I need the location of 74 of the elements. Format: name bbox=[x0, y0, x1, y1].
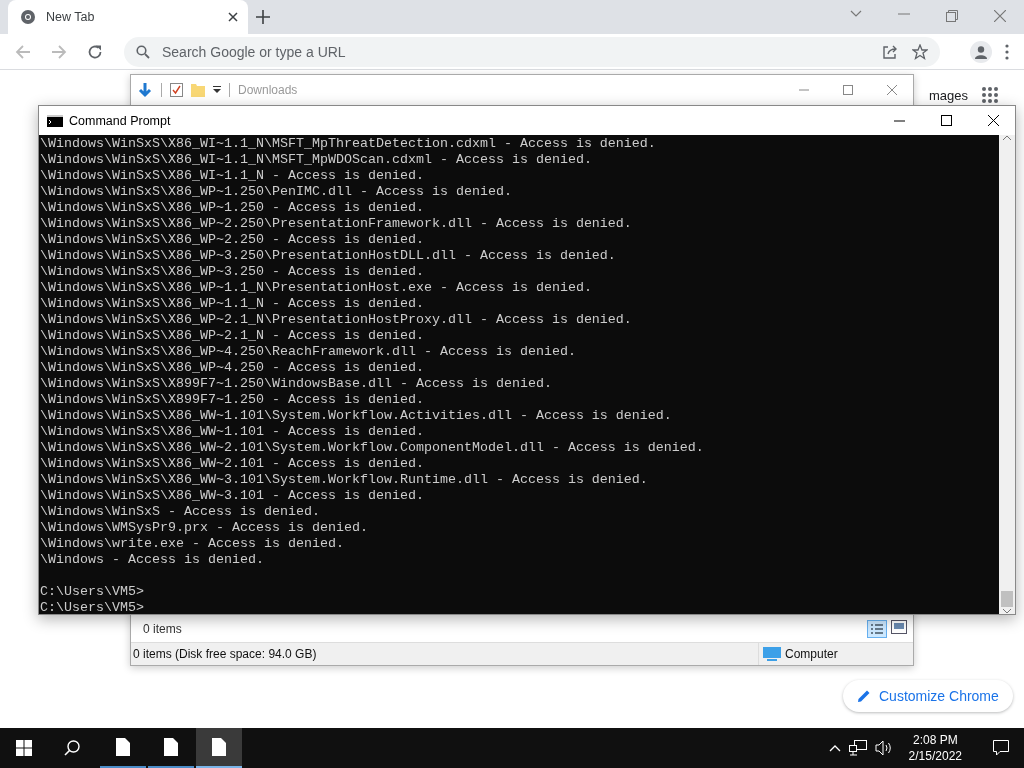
status-text: 0 items (Disk free space: 94.0 GB) bbox=[132, 647, 318, 661]
console-line: \Windows\WinSxS\X86_WI~1.1_N - Access is denied. bbox=[40, 168, 425, 184]
tiles-view-icon[interactable] bbox=[891, 620, 907, 634]
images-link[interactable]: mages bbox=[929, 88, 969, 103]
speech-bubble-icon bbox=[993, 740, 1009, 756]
star-icon[interactable] bbox=[912, 43, 928, 60]
item-count: 0 items bbox=[143, 622, 182, 636]
close-icon[interactable] bbox=[228, 12, 238, 22]
console-line: \Windows\WinSxS\X86_WP~4.250 - Access is denied. bbox=[40, 360, 425, 376]
console-line: \Windows\WinSxS\X86_WP~1.1_N\PresentationHost.exe - Access is denied. bbox=[40, 280, 593, 296]
console-line: \Windows\WinSxS\X86_WW~3.101 - Access is denied. bbox=[40, 488, 425, 504]
console-line: \Windows\WinSxS\X86_WW~1.101\System.Workflow.Activities.dll - Access is denied. bbox=[40, 408, 673, 424]
scroll-down-icon[interactable] bbox=[1003, 609, 1011, 614]
network-icon[interactable] bbox=[848, 740, 867, 756]
console-line: \Windows\WinSxS\X899F7~1.250 - Access is denied. bbox=[40, 392, 425, 408]
clock-time: 2:08 PM bbox=[912, 732, 958, 748]
document-icon bbox=[116, 738, 130, 756]
console-line: \Windows\WinSxS\X86_WW~2.101 - Access is denied. bbox=[40, 456, 425, 472]
console-line: \Windows\WinSxS\X86_WP~4.250\ReachFramework.dll - Access is denied. bbox=[40, 344, 577, 360]
window-title: Command Prompt bbox=[69, 113, 171, 128]
pencil-icon bbox=[857, 689, 871, 703]
close-icon[interactable] bbox=[988, 115, 999, 126]
console-line: \Windows\WinSxS\X86_WI~1.1_N\MSFT_MpWDOScan.cdxml - Access is denied. bbox=[40, 152, 593, 168]
person-icon bbox=[974, 44, 988, 59]
scrollbar-thumb[interactable] bbox=[1001, 591, 1013, 607]
search-icon bbox=[64, 740, 80, 756]
location-label: Computer bbox=[785, 647, 838, 661]
document-icon bbox=[164, 738, 178, 756]
customize-chrome-button[interactable]: Customize Chrome bbox=[843, 680, 1013, 712]
console-line: \Windows\WinSxS\X86_WP~2.1_N - Access is denied. bbox=[40, 328, 425, 344]
taskbar-app[interactable] bbox=[196, 728, 242, 768]
search-icon bbox=[136, 44, 150, 59]
console-line: \Windows\WinSxS - Access is denied. bbox=[40, 504, 321, 520]
console-line: \Windows\WinSxS\X86_WP~2.250 - Access is denied. bbox=[40, 232, 425, 248]
console-line: \Windows\WinSxS\X86_WW~3.101\System.Workflow.Runtime.dll - Access is denied. bbox=[40, 472, 649, 488]
console-line: \Windows\WinSxS\X86_WP~2.250\PresentationFramework.dll - Access is denied. bbox=[40, 216, 633, 232]
clock-date: 2/15/2022 bbox=[908, 748, 962, 764]
console-line: \Windows\WinSxS\X86_WW~1.101 - Access is denied. bbox=[40, 424, 425, 440]
console-icon bbox=[47, 114, 63, 127]
apps-grid-icon[interactable] bbox=[982, 87, 998, 103]
document-icon bbox=[212, 738, 226, 756]
address-bar[interactable]: Search Google or type a URL bbox=[124, 36, 940, 67]
caret-icon[interactable] bbox=[213, 86, 221, 94]
console-prompt: C:\Users\VM5> bbox=[40, 584, 145, 600]
new-tab-icon[interactable] bbox=[256, 10, 270, 24]
console-line: \Windows\WinSxS\X86_WW~2.101\System.Workflow.ComponentModel.dll - Access is denied. bbox=[40, 440, 705, 456]
console-line: \Windows\WinSxS\X899F7~1.250\WindowsBase.dll - Access is denied. bbox=[40, 376, 553, 392]
console-line: \Windows\WinSxS\X86_WP~2.1_N\PresentationHostProxy.dll - Access is denied. bbox=[40, 312, 633, 328]
details-view-icon[interactable] bbox=[867, 620, 887, 638]
clock[interactable]: 2:08 PM 2/15/2022 bbox=[900, 732, 970, 764]
chevron-up-icon[interactable] bbox=[828, 744, 841, 752]
console-line: \Windows\WinSxS\X86_WI~1.1_N\MSFT_MpThreatDetection.cdxml - Access is denied. bbox=[40, 136, 657, 152]
volume-icon[interactable] bbox=[874, 740, 893, 756]
chrome-icon bbox=[20, 9, 36, 25]
console-line: \Windows\WinSxS\X86_WP~1.250\PenIMC.dll - Access is denied. bbox=[40, 184, 513, 200]
scrollbar[interactable] bbox=[999, 135, 1015, 614]
console-line: \Windows\WMSysPr9.prx - Access is denied. bbox=[40, 520, 369, 536]
profile-avatar[interactable] bbox=[970, 40, 992, 63]
download-arrow-icon[interactable] bbox=[137, 82, 153, 98]
scroll-up-icon[interactable] bbox=[1003, 135, 1011, 140]
window-title: Downloads bbox=[238, 83, 298, 97]
console-line: \Windows\WinSxS\X86_WP~3.250\PresentationHostDLL.dll - Access is denied. bbox=[40, 248, 617, 264]
console-line: \Windows - Access is denied. bbox=[40, 552, 265, 568]
console-line: \Windows\WinSxS\X86_WP~3.250 - Access is denied. bbox=[40, 264, 425, 280]
browser-tab[interactable]: New Tab bbox=[8, 0, 248, 34]
checklist-icon[interactable] bbox=[170, 83, 183, 97]
maximize-icon[interactable] bbox=[941, 115, 952, 126]
console-line: \Windows\write.exe - Access is denied. bbox=[40, 536, 345, 552]
computer-icon bbox=[763, 646, 781, 662]
console-line: \Windows\WinSxS\X86_WP~1.250 - Access is denied. bbox=[40, 200, 425, 216]
share-icon[interactable] bbox=[882, 43, 898, 60]
console-line: \Windows\WinSxS\X86_WP~1.1_N - Access is denied. bbox=[40, 296, 425, 312]
console-prompt: C:\Users\VM5> bbox=[40, 600, 145, 614]
windows-logo-icon bbox=[16, 740, 32, 756]
